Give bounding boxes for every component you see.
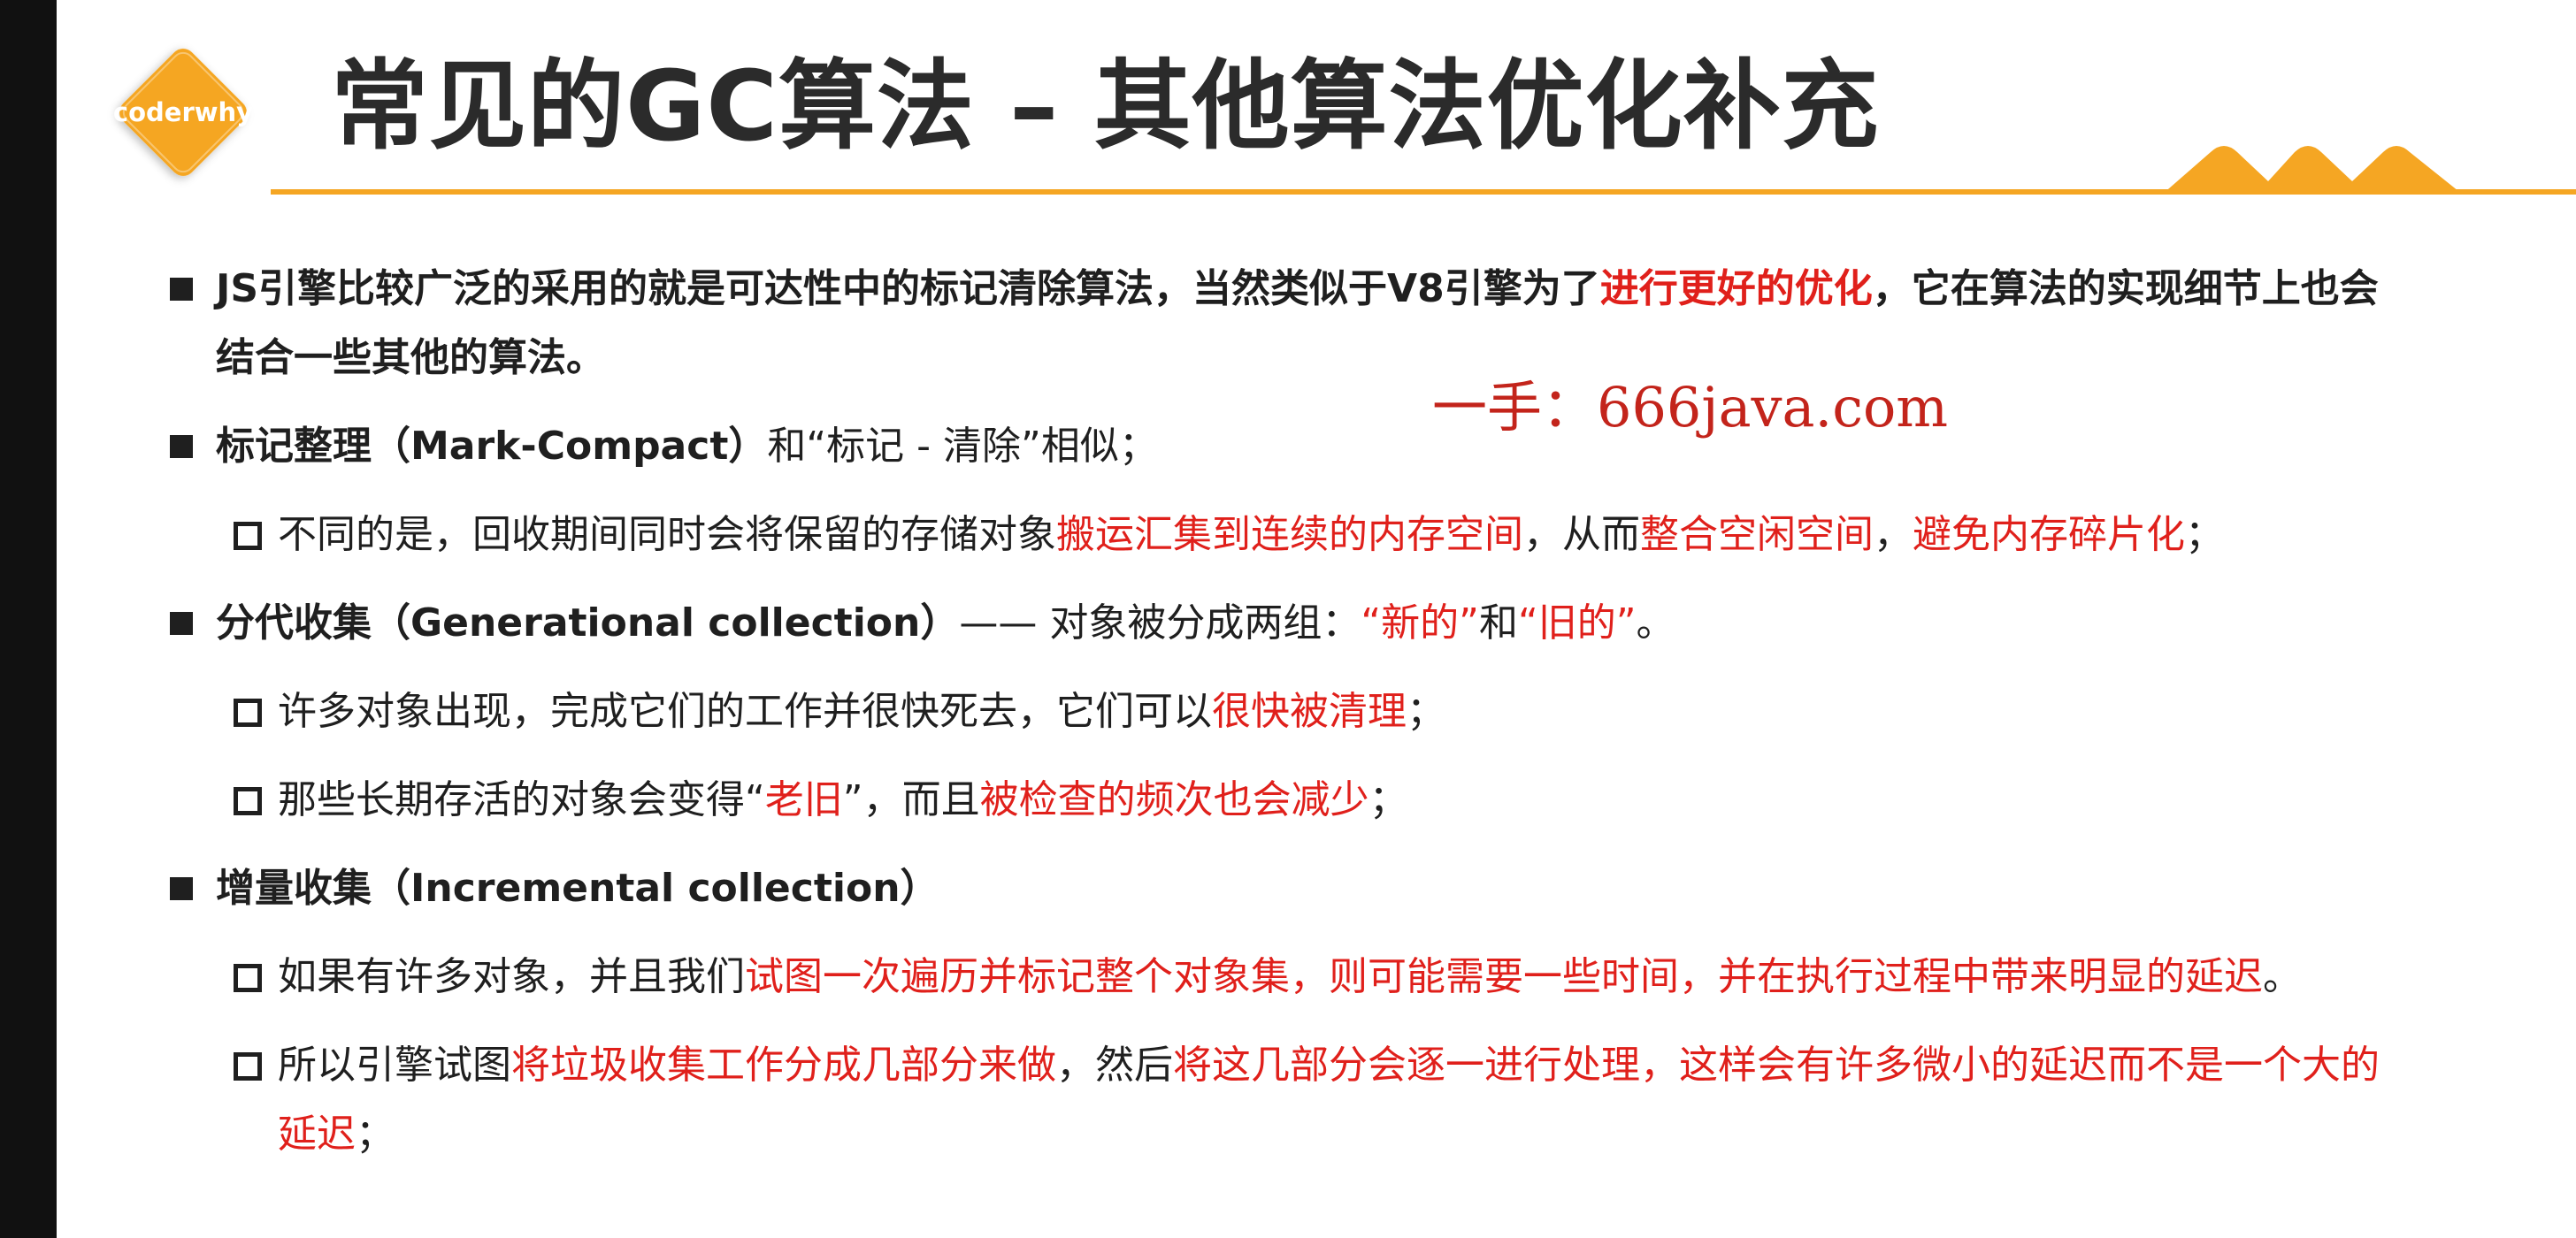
logo-text: coderwhy — [112, 97, 254, 127]
bullet-line: 所以引擎试图将垃圾收集工作分成几部分来做，然后将这几部分会逐一进行处理，这样会有… — [278, 1031, 2560, 1100]
sub-bullet-item: 如果有许多对象，并且我们试图一次遍历并标记整个对象集，则可能需要一些时间，并在执… — [110, 943, 2560, 1012]
bullet-line: JS引擎比较广泛的采用的就是可达性中的标记清除算法，当然类似于V8引擎为了进行更… — [216, 255, 2560, 324]
bullet-line: 那些长期存活的对象会变得“老旧”，而且被检查的频次也会减少； — [278, 766, 2560, 835]
bullet-text: 如果有许多对象，并且我们 — [278, 954, 745, 999]
sub-bullet-item: 所以引擎试图将垃圾收集工作分成几部分来做，然后将这几部分会逐一进行处理，这样会有… — [110, 1031, 2560, 1169]
hollow-square-bullet-icon — [234, 964, 262, 992]
highlight-text: 避免内存碎片化 — [1913, 512, 2185, 557]
bullet-text: 不同的是，回收期间同时会将保留的存储对象 — [278, 512, 1056, 557]
bullet-line: 分代收集（Generational collection）—— 对象被分成两组：… — [216, 589, 2560, 658]
bullet-text: 增量收集（Incremental collection） — [216, 866, 939, 911]
bullet-line: 许多对象出现，完成它们的工作并很快死去，它们可以很快被清理； — [278, 677, 2560, 746]
bullet-text: —— 对象被分成两组： — [959, 600, 1361, 646]
highlight-text: 搬运汇集到连续的内存空间 — [1056, 512, 1523, 557]
hollow-square-bullet-icon — [234, 522, 262, 550]
highlight-text: 整合空闲空间 — [1640, 512, 1874, 557]
bullet-text: 和 — [1478, 600, 1518, 646]
sub-bullet-item: 那些长期存活的对象会变得“老旧”，而且被检查的频次也会减少； — [110, 766, 2560, 835]
highlight-text: 试图一次遍历并标记整个对象集，则可能需要一些时间，并在执行过程中带来明显的延迟 — [745, 954, 2263, 999]
hollow-square-bullet-icon — [234, 787, 262, 815]
bullet-text: 那些长期存活的对象会变得“ — [278, 777, 765, 822]
bullet-item: 标记整理（Mark-Compact）和“标记 - 清除”相似； — [110, 412, 2560, 481]
bullet-text: 和“标记 - 清除”相似； — [767, 424, 1158, 469]
bullet-text: ， — [1874, 512, 1913, 557]
bullet-text: ； — [2185, 512, 2224, 557]
highlight-text: 很快被清理 — [1212, 689, 1407, 734]
bullet-list: JS引擎比较广泛的采用的就是可达性中的标记清除算法，当然类似于V8引擎为了进行更… — [110, 255, 2560, 1169]
mountain-decoration — [2162, 133, 2534, 195]
bullet-line: 增量收集（Incremental collection） — [216, 854, 2560, 923]
bullet-line: 如果有许多对象，并且我们试图一次遍历并标记整个对象集，则可能需要一些时间，并在执… — [278, 943, 2560, 1012]
bullet-line: 不同的是，回收期间同时会将保留的存储对象搬运汇集到连续的内存空间，从而整合空闲空… — [278, 501, 2560, 569]
filled-square-bullet-icon — [170, 278, 193, 301]
bullet-text: ，它在算法的实现细节上也会 — [1872, 266, 2379, 311]
slide-title: 常见的GC算法 – 其他算法优化补充 — [331, 50, 1880, 163]
bullet-text: ； — [356, 1112, 395, 1157]
highlight-text: 延迟 — [278, 1112, 356, 1157]
highlight-text: 将垃圾收集工作分成几部分来做 — [511, 1043, 1056, 1088]
highlight-text: 老旧 — [764, 777, 843, 822]
bullet-text: 分代收集（Generational collection） — [216, 600, 960, 646]
bullet-text: ，然后 — [1056, 1043, 1173, 1088]
filled-square-bullet-icon — [170, 612, 193, 635]
bullet-item: JS引擎比较广泛的采用的就是可达性中的标记清除算法，当然类似于V8引擎为了进行更… — [110, 255, 2560, 393]
bullet-text: 。 — [2263, 954, 2302, 999]
coderwhy-logo: coderwhy — [99, 28, 267, 196]
bullet-text: 所以引擎试图 — [278, 1043, 511, 1088]
bullet-item: 分代收集（Generational collection）—— 对象被分成两组：… — [110, 589, 2560, 658]
highlight-text: 将这几部分会逐一进行处理，这样会有许多微小的延迟而不是一个大的 — [1173, 1043, 2380, 1088]
bullet-text: JS引擎比较广泛的采用的就是可达性中的标记清除算法，当然类似于V8引擎为了 — [216, 266, 1600, 311]
sub-bullet-item: 不同的是，回收期间同时会将保留的存储对象搬运汇集到连续的内存空间，从而整合空闲空… — [110, 501, 2560, 569]
bullet-text: 。 — [1636, 600, 1675, 646]
hollow-square-bullet-icon — [234, 699, 262, 727]
bullet-text: 许多对象出现，完成它们的工作并很快死去，它们可以 — [278, 689, 1212, 734]
sub-bullet-item: 许多对象出现，完成它们的工作并很快死去，它们可以很快被清理； — [110, 677, 2560, 746]
bullet-text: 结合一些其他的算法。 — [216, 335, 605, 380]
bullet-text: ”，而且 — [842, 777, 980, 822]
highlight-text: 被检查的频次也会减少 — [979, 777, 1369, 822]
bullet-item: 增量收集（Incremental collection） — [110, 854, 2560, 923]
bullet-line: 结合一些其他的算法。 — [216, 324, 2560, 393]
highlight-text: “旧的” — [1517, 600, 1637, 646]
filled-square-bullet-icon — [170, 877, 193, 900]
window-left-edge — [0, 0, 57, 1238]
filled-square-bullet-icon — [170, 435, 193, 458]
bullet-line: 标记整理（Mark-Compact）和“标记 - 清除”相似； — [216, 412, 2560, 481]
bullet-text: ，从而 — [1523, 512, 1640, 557]
bullet-text: ； — [1407, 689, 1445, 734]
title-divider — [271, 189, 2576, 195]
slide: coderwhy 常见的GC算法 – 其他算法优化补充 一手：666java.c… — [57, 0, 2576, 1238]
bullet-text: ； — [1368, 777, 1408, 822]
bullet-line: 延迟； — [278, 1100, 2560, 1169]
bullet-text: 标记整理（Mark-Compact） — [216, 424, 768, 469]
highlight-text: “新的” — [1361, 600, 1479, 646]
highlight-text: 进行更好的优化 — [1599, 266, 1873, 311]
hollow-square-bullet-icon — [234, 1052, 262, 1081]
